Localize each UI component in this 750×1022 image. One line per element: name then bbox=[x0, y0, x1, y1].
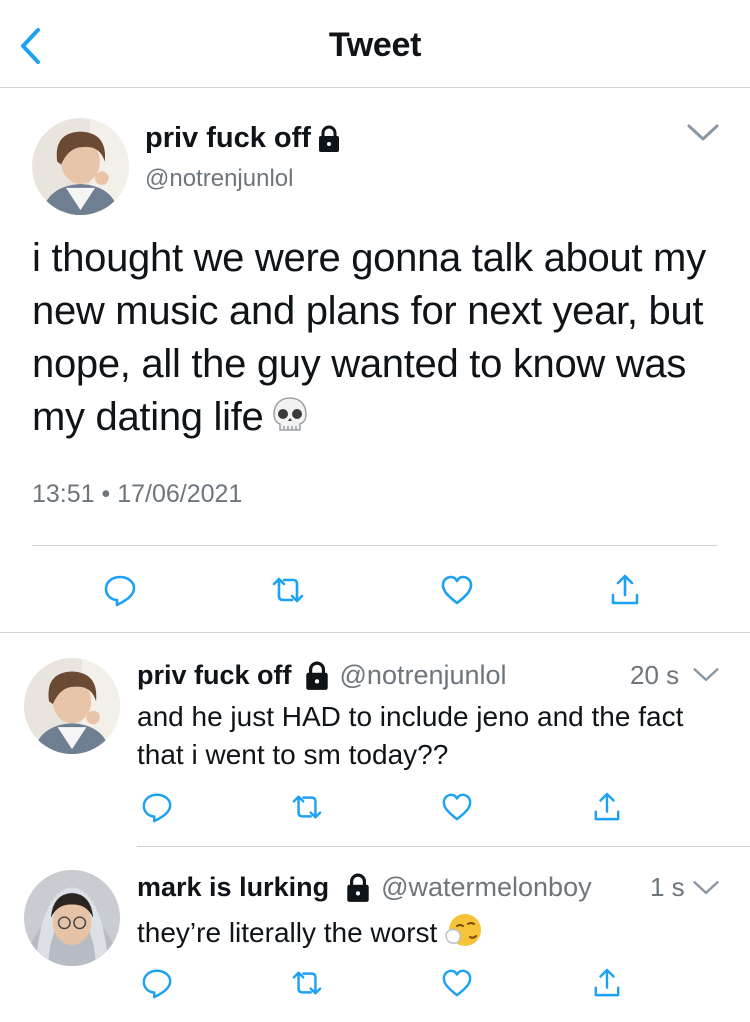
heart-icon bbox=[442, 793, 472, 821]
reply-button[interactable] bbox=[137, 963, 177, 1003]
retweet-button[interactable] bbox=[287, 963, 327, 1003]
avatar-photo bbox=[24, 658, 120, 754]
reply-author[interactable]: priv fuck off @notrenjunlol bbox=[137, 660, 507, 691]
reply-text: and he just HAD to include jeno and the … bbox=[137, 701, 684, 770]
reply-display-name: priv fuck off bbox=[137, 660, 292, 690]
share-button[interactable] bbox=[587, 963, 627, 1003]
author-display-name: priv fuck off bbox=[145, 122, 311, 154]
page-title: Tweet bbox=[328, 26, 422, 64]
lock-icon bbox=[318, 125, 339, 152]
share-icon bbox=[594, 792, 620, 821]
chevron-down-icon bbox=[693, 881, 719, 895]
reply-author[interactable]: mark is lurking @watermelonboy bbox=[137, 872, 592, 903]
avatar[interactable] bbox=[32, 118, 129, 215]
tweet-options-button[interactable] bbox=[686, 122, 720, 149]
tweet-actions bbox=[100, 570, 645, 610]
share-button[interactable] bbox=[605, 570, 645, 610]
divider bbox=[32, 545, 718, 546]
tweet-options-button[interactable] bbox=[692, 666, 720, 689]
retweet-icon bbox=[273, 577, 304, 603]
like-button[interactable] bbox=[437, 570, 477, 610]
divider bbox=[0, 632, 750, 633]
share-icon bbox=[594, 968, 620, 997]
avatar[interactable] bbox=[24, 870, 120, 966]
avatar-photo bbox=[24, 870, 120, 966]
retweet-icon bbox=[292, 795, 322, 819]
author-name[interactable]: priv fuck off bbox=[145, 122, 341, 155]
like-button[interactable] bbox=[437, 787, 477, 827]
tweet-text: i thought we were gonna talk about my ne… bbox=[32, 232, 732, 450]
reply-button[interactable] bbox=[137, 787, 177, 827]
chevron-down-icon bbox=[687, 124, 719, 141]
tweet-actions bbox=[137, 963, 627, 1003]
retweet-icon bbox=[292, 971, 322, 995]
reply-handle: @watermelonboy bbox=[381, 872, 592, 902]
reply-text: they’re literally the worst bbox=[137, 910, 727, 960]
share-icon bbox=[611, 574, 639, 605]
chevron-down-icon bbox=[693, 668, 719, 682]
reply-icon bbox=[104, 575, 136, 607]
reply-button[interactable] bbox=[100, 570, 140, 610]
reply-icon bbox=[142, 793, 172, 823]
nav-bar: Tweet bbox=[0, 0, 750, 88]
retweet-button[interactable] bbox=[287, 787, 327, 827]
like-button[interactable] bbox=[437, 963, 477, 1003]
retweet-button[interactable] bbox=[268, 570, 308, 610]
tweet-body: i thought we were gonna talk about my ne… bbox=[32, 236, 706, 439]
reply-icon bbox=[142, 969, 172, 999]
reply-time: 1 s bbox=[650, 872, 685, 902]
reply-time: 20 s bbox=[630, 660, 680, 690]
skull-emoji bbox=[271, 396, 309, 450]
lock-icon bbox=[347, 873, 369, 902]
sneezing-face-emoji bbox=[443, 910, 483, 960]
avatar-photo bbox=[32, 118, 129, 215]
share-button[interactable] bbox=[587, 787, 627, 827]
divider bbox=[137, 846, 750, 847]
reply-body: they’re literally the worst bbox=[137, 917, 438, 948]
lock-icon bbox=[305, 661, 328, 690]
author-handle[interactable]: @notrenjunlol bbox=[145, 165, 293, 193]
heart-icon bbox=[442, 969, 472, 997]
tweet-options-button[interactable] bbox=[692, 879, 720, 902]
reply-display-name: mark is lurking bbox=[137, 872, 330, 902]
tweet-timestamp[interactable]: 13:51 • 17/06/2021 bbox=[32, 480, 242, 509]
heart-icon bbox=[441, 575, 472, 605]
avatar[interactable] bbox=[24, 658, 120, 754]
tweet-actions bbox=[137, 787, 627, 827]
reply-handle: @notrenjunlol bbox=[339, 660, 507, 690]
